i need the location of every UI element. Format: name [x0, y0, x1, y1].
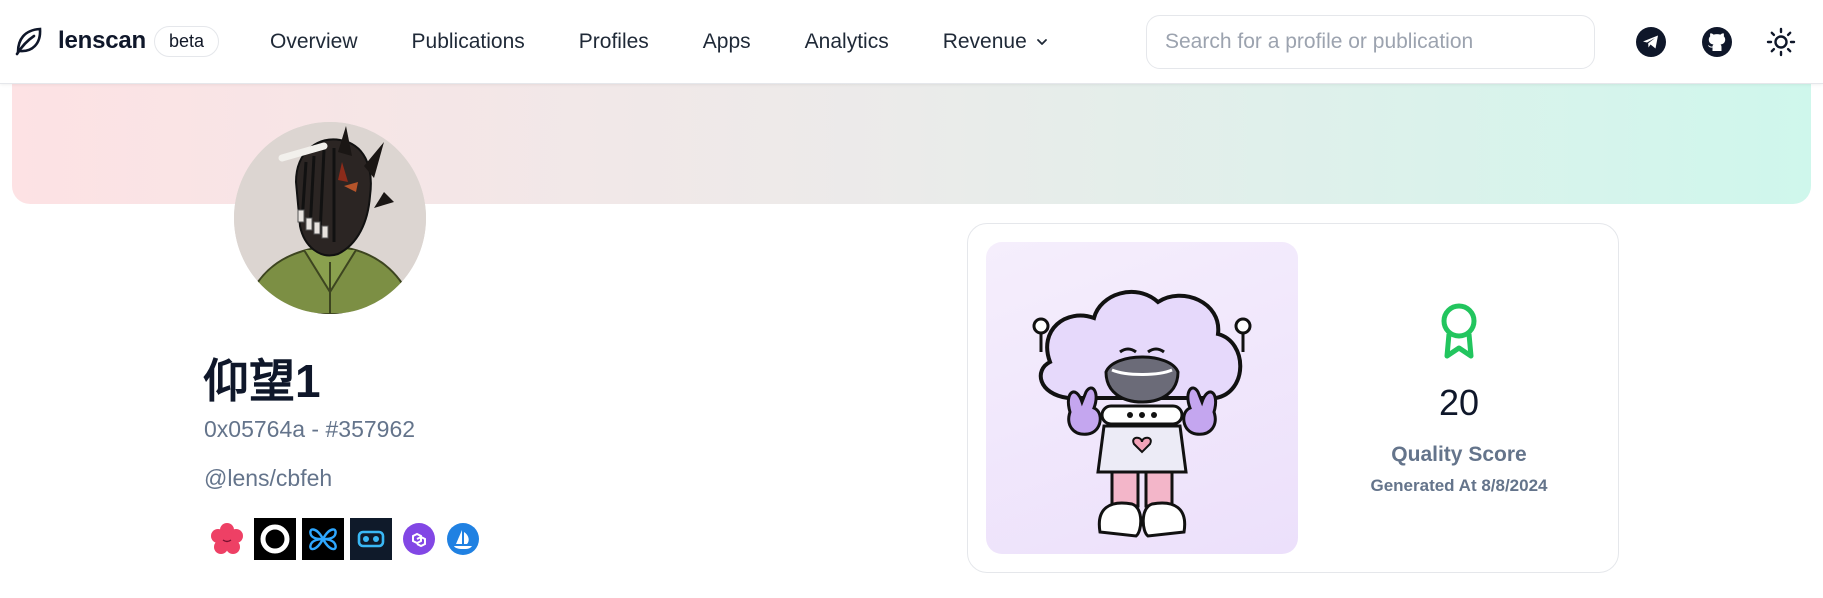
nav-revenue-label: Revenue	[942, 30, 1027, 53]
chevron-down-icon	[1036, 39, 1047, 45]
github-icon[interactable]	[1702, 27, 1732, 57]
profile-name: 仰望1	[203, 355, 321, 407]
nav-overview[interactable]: Overview	[270, 30, 358, 54]
polygon-app-icon[interactable]	[402, 522, 436, 556]
search-input[interactable]	[1146, 15, 1595, 69]
nav-overview-label: Overview	[270, 30, 358, 53]
score-summary: 20 Quality Score Generated At 8/8/2024	[1298, 224, 1620, 574]
nav-publications-label: Publications	[411, 30, 525, 53]
nav-analytics[interactable]: Analytics	[805, 30, 889, 54]
nav-profiles-label: Profiles	[578, 30, 649, 53]
main-nav: Overview Publications Profiles Apps Anal…	[270, 0, 1103, 84]
orb-flower-app-icon[interactable]	[206, 518, 248, 560]
nav-apps-label: Apps	[702, 30, 751, 53]
telegram-icon[interactable]	[1636, 27, 1666, 57]
brand-logo[interactable]: lenscan beta	[12, 24, 220, 58]
nav-analytics-label: Analytics	[804, 30, 889, 53]
quality-score-label: Quality Score	[1391, 443, 1527, 466]
nav-apps[interactable]: Apps	[703, 30, 751, 54]
nav-revenue-dropdown[interactable]: Revenue	[943, 30, 1049, 54]
leaf-logo-icon	[15, 27, 42, 56]
tape-app-icon[interactable]	[350, 518, 392, 560]
profile-id: 0x05764a - #357962	[204, 416, 416, 442]
beta-badge: beta	[153, 25, 220, 57]
nav-profiles[interactable]: Profiles	[579, 30, 649, 54]
opensea-app-icon[interactable]	[446, 522, 480, 556]
quality-score-card: 20 Quality Score Generated At 8/8/2024	[967, 223, 1619, 573]
score-nft-image	[986, 242, 1298, 554]
butterfly-app-icon[interactable]	[302, 518, 344, 560]
quality-score-value: 20	[1438, 382, 1480, 423]
profile-handle[interactable]: @lens/cbfeh	[204, 465, 332, 492]
orb-app-icon[interactable]	[254, 518, 296, 560]
profile-apps-list	[206, 518, 486, 560]
award-ribbon-icon	[1441, 303, 1477, 359]
top-navbar: lenscan beta Overview Publications Profi…	[0, 0, 1823, 84]
score-generated-date: Generated At 8/8/2024	[1370, 476, 1548, 495]
brand-name: lenscan	[58, 27, 146, 54]
sun-icon[interactable]	[1766, 27, 1796, 57]
profile-avatar[interactable]	[234, 122, 426, 314]
avatar-image	[234, 122, 426, 314]
nav-publications[interactable]: Publications	[412, 30, 525, 54]
